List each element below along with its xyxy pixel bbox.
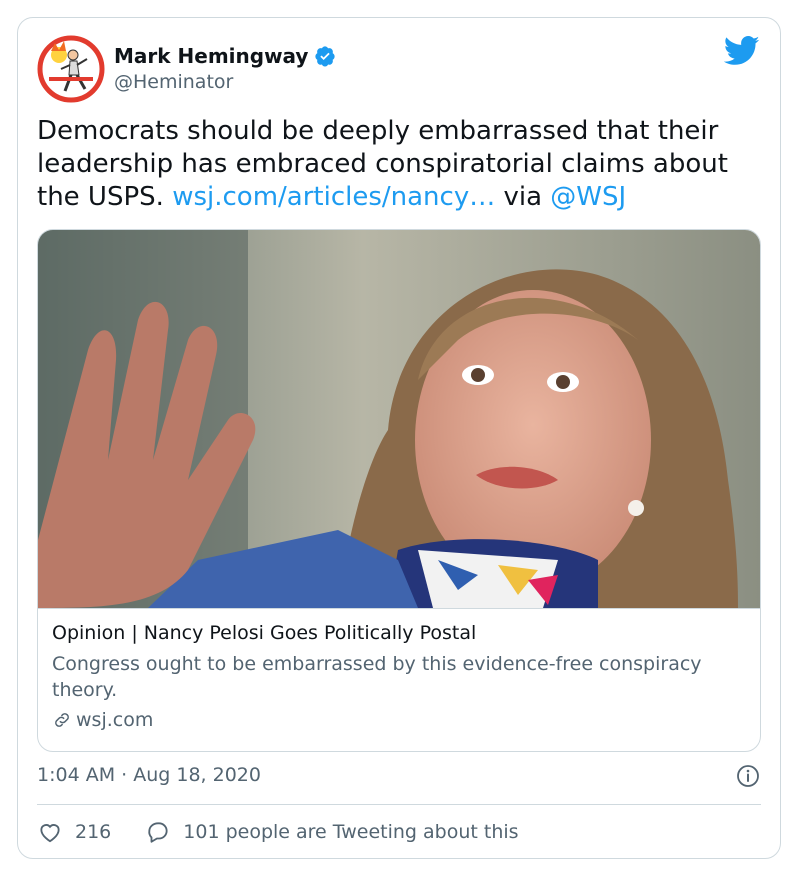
heart-icon bbox=[40, 824, 60, 843]
reply-text: 101 people are Tweeting about this bbox=[183, 821, 519, 843]
tweet-timestamp[interactable]: 1:04 AM · Aug 18, 2020 bbox=[37, 764, 261, 786]
like-button[interactable]: 216 bbox=[37, 819, 111, 845]
mention-link[interactable]: @WSJ bbox=[550, 182, 626, 212]
author-name[interactable]: Mark Hemingway bbox=[114, 44, 336, 68]
info-icon[interactable] bbox=[736, 764, 760, 788]
tweet-card: Mark Hemingway @Heminator Democrats shou… bbox=[17, 17, 781, 859]
tweet-actions: 216 101 people are Tweeting about this bbox=[37, 819, 519, 845]
tweet-url-link[interactable]: wsj.com/articles/nancy… bbox=[172, 182, 495, 212]
article-photo bbox=[38, 230, 760, 609]
link-card-domain: wsj.com bbox=[52, 709, 153, 731]
like-count: 216 bbox=[75, 821, 112, 843]
link-card-domain-text: wsj.com bbox=[76, 709, 154, 731]
link-preview-card[interactable]: Opinion | Nancy Pelosi Goes Politically … bbox=[37, 229, 761, 752]
author-handle[interactable]: @Heminator bbox=[114, 71, 233, 93]
tweet-text: Democrats should be deeply embarrassed t… bbox=[37, 115, 762, 214]
avatar[interactable] bbox=[37, 35, 105, 103]
divider bbox=[37, 804, 761, 805]
link-card-title: Opinion | Nancy Pelosi Goes Politically … bbox=[52, 622, 477, 644]
reply-button[interactable]: 101 people are Tweeting about this bbox=[145, 819, 519, 845]
tweet-via-text: via bbox=[495, 182, 551, 212]
verified-badge-icon bbox=[315, 46, 336, 67]
link-icon bbox=[55, 713, 69, 727]
twitter-bird-icon[interactable] bbox=[724, 36, 760, 66]
reply-bubble-icon bbox=[148, 822, 168, 843]
link-card-description: Congress ought to be embarrassed by this… bbox=[52, 653, 702, 701]
author-name-text: Mark Hemingway bbox=[114, 44, 309, 68]
